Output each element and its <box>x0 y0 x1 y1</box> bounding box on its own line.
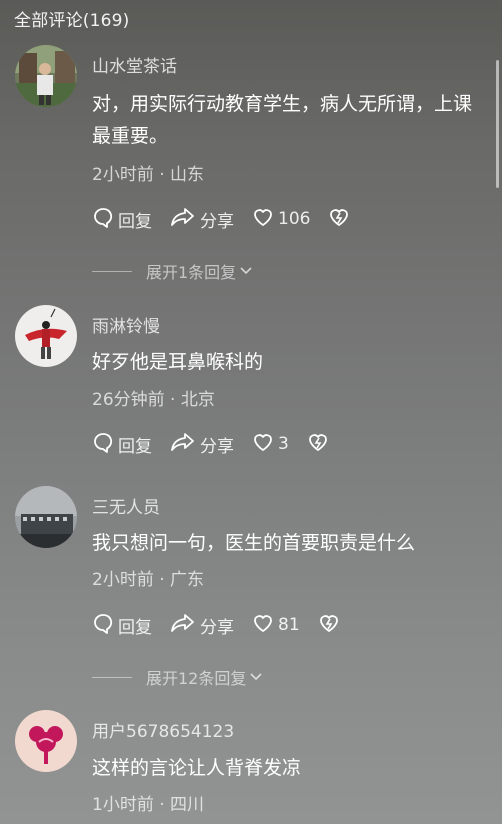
comments-header: 全部评论(169) <box>14 11 130 31</box>
broken-heart-icon <box>318 612 344 639</box>
comment-reply-icon <box>92 612 118 639</box>
share-button[interactable]: 分享 <box>170 431 234 458</box>
expand-replies[interactable]: 展开12条回复 <box>92 665 263 689</box>
divider-line <box>92 676 132 678</box>
comment-text: 对，用实际行动教育学生，病人无所谓，上课最重要。 <box>92 93 473 147</box>
share-arrow-icon <box>170 612 200 639</box>
scrollbar[interactable] <box>496 60 499 188</box>
dislike-button[interactable] <box>328 206 354 233</box>
chevron-down-icon <box>236 262 253 281</box>
expand-replies[interactable]: 展开1条回复 <box>92 259 253 283</box>
expand-replies-label: 展开12条回复 <box>146 669 247 688</box>
reply-button[interactable]: 回复 <box>92 431 152 458</box>
avatar[interactable] <box>15 710 77 772</box>
like-count: 81 <box>278 615 300 635</box>
comment-text: 我只想问一句，医生的首要职责是什么 <box>92 532 416 554</box>
comment-meta: 1小时前 · 四川 <box>92 795 205 815</box>
like-count: 106 <box>278 209 311 229</box>
comment-meta: 26分钟前 · 北京 <box>92 390 215 410</box>
share-label: 分享 <box>200 617 234 638</box>
heart-icon <box>252 206 278 233</box>
avatar[interactable] <box>15 45 77 107</box>
reply-label: 回复 <box>118 436 152 457</box>
share-label: 分享 <box>200 436 234 457</box>
reply-label: 回复 <box>118 211 152 232</box>
comment-meta: 2小时前 · 山东 <box>92 165 205 185</box>
comment-text: 好歹他是耳鼻喉科的 <box>92 351 264 373</box>
divider-line <box>92 270 132 272</box>
dislike-button[interactable] <box>307 431 333 458</box>
expand-replies-label: 展开1条回复 <box>146 263 237 282</box>
broken-heart-icon <box>307 431 333 458</box>
dislike-button[interactable] <box>318 612 344 639</box>
reply-button[interactable]: 回复 <box>92 612 152 639</box>
like-count: 3 <box>278 434 289 454</box>
broken-heart-icon <box>328 206 354 233</box>
share-label: 分享 <box>200 211 234 232</box>
comment-meta: 2小时前 · 广东 <box>92 570 205 590</box>
comment-actions: 回复 分享 3 <box>92 431 351 457</box>
share-button[interactable]: 分享 <box>170 206 234 233</box>
comment-reply-icon <box>92 206 118 233</box>
comment-username[interactable]: 山水堂茶话 <box>92 52 177 77</box>
share-arrow-icon <box>170 431 200 458</box>
like-button[interactable]: 106 <box>252 206 310 233</box>
comment-username[interactable]: 雨淋铃慢 <box>92 312 160 337</box>
avatar[interactable] <box>15 486 77 548</box>
like-button[interactable]: 3 <box>252 431 289 458</box>
heart-icon <box>252 431 278 458</box>
chevron-down-icon <box>246 668 263 687</box>
comment-reply-icon <box>92 431 118 458</box>
comment-actions: 回复 分享 106 <box>92 206 372 232</box>
like-button[interactable]: 81 <box>252 612 300 639</box>
share-button[interactable]: 分享 <box>170 612 234 639</box>
share-arrow-icon <box>170 206 200 233</box>
avatar[interactable] <box>15 305 77 367</box>
reply-label: 回复 <box>118 617 152 638</box>
comment-actions: 回复 分享 81 <box>92 612 362 638</box>
heart-icon <box>252 612 278 639</box>
reply-button[interactable]: 回复 <box>92 206 152 233</box>
comment-username[interactable]: 三无人员 <box>92 493 160 518</box>
comment-username[interactable]: 用户5678654123 <box>92 717 234 742</box>
comment-text: 这样的言论让人背脊发凉 <box>92 757 302 779</box>
